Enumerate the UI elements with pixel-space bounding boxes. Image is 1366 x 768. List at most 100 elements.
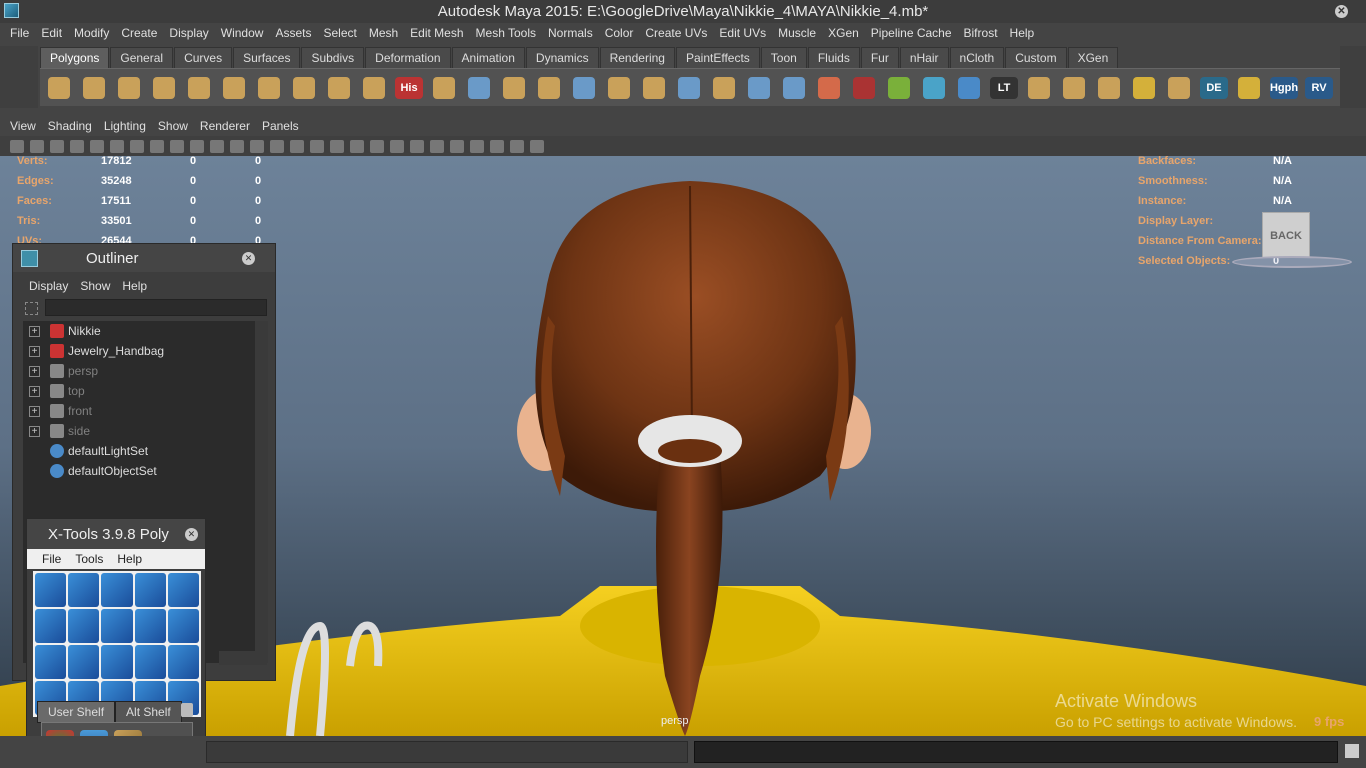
uv-d-icon[interactable] <box>1129 73 1159 103</box>
safe-action-icon[interactable] <box>190 139 204 153</box>
textured-icon[interactable] <box>330 139 344 153</box>
uv-a-icon[interactable] <box>1024 73 1054 103</box>
wireframe-icon[interactable] <box>230 139 244 153</box>
all-lights-icon[interactable] <box>350 139 364 153</box>
soccer-ball-icon[interactable] <box>359 73 389 103</box>
smooth-icon[interactable] <box>534 73 564 103</box>
merge-icon[interactable] <box>814 73 844 103</box>
isolate-select-icon[interactable] <box>470 139 484 153</box>
expand-icon[interactable]: + <box>29 325 40 337</box>
menu-normals[interactable]: Normals <box>542 26 599 40</box>
xtools-tool-icon[interactable] <box>101 645 133 679</box>
xray-joints-icon[interactable] <box>490 139 504 153</box>
grid-toggle-icon[interactable] <box>90 139 104 153</box>
xtools-tool-icon[interactable] <box>35 573 67 607</box>
boolean-icon[interactable] <box>569 73 599 103</box>
motion-blur-icon[interactable] <box>410 139 424 153</box>
use-default-material-icon[interactable] <box>310 139 324 153</box>
tab-curves[interactable]: Curves <box>174 47 233 68</box>
globe-icon[interactable] <box>919 73 949 103</box>
share-icon[interactable] <box>530 139 544 153</box>
safe-title-icon[interactable] <box>210 139 224 153</box>
tab-painteffects[interactable]: PaintEffects <box>675 47 760 68</box>
menu-display[interactable]: Display <box>163 26 214 40</box>
lt-icon[interactable]: LT <box>989 73 1019 103</box>
render-icon[interactable] <box>954 73 984 103</box>
close-icon[interactable]: ✕ <box>242 251 255 265</box>
append-icon[interactable] <box>674 73 704 103</box>
extract-icon[interactable] <box>499 73 529 103</box>
outliner-menu-show[interactable]: Show <box>74 279 116 293</box>
shelf-scroll[interactable] <box>1340 46 1366 108</box>
menu-mesh-tools[interactable]: Mesh Tools <box>470 26 542 40</box>
tab-toon[interactable]: Toon <box>760 47 807 68</box>
tab-alt-shelf[interactable]: Alt Shelf <box>115 701 182 723</box>
sphere-icon[interactable] <box>44 73 74 103</box>
tab-polygons[interactable]: Polygons <box>40 47 110 68</box>
separate-icon[interactable] <box>464 73 494 103</box>
xtools-tool-icon[interactable] <box>134 609 166 643</box>
screen-space-ao-icon[interactable] <box>390 139 404 153</box>
xtools-tool-icon[interactable] <box>35 645 67 679</box>
menu-window[interactable]: Window <box>215 26 270 40</box>
xtools-tool-icon[interactable] <box>134 645 166 679</box>
xtools-tool-icon[interactable] <box>101 609 133 643</box>
panel-menu-panels[interactable]: Panels <box>256 119 305 133</box>
resolution-gate-icon[interactable] <box>130 139 144 153</box>
tab-rendering[interactable]: Rendering <box>599 47 675 68</box>
xtools-tool-icon[interactable] <box>167 609 199 643</box>
script-editor-icon[interactable] <box>1345 744 1359 758</box>
image-plane-icon[interactable] <box>70 139 84 153</box>
outliner-item[interactable]: + side <box>23 421 255 441</box>
uv-c-icon[interactable] <box>1094 73 1124 103</box>
menu-color[interactable]: Color <box>599 26 640 40</box>
bookmark-icon[interactable] <box>50 139 64 153</box>
render-view-icon[interactable]: RV <box>1304 73 1334 103</box>
outliner-item[interactable]: defaultObjectSet <box>23 461 255 481</box>
tab-user-shelf[interactable]: User Shelf <box>37 701 116 723</box>
expand-icon[interactable]: + <box>29 365 40 377</box>
xtools-tool-icon[interactable] <box>167 573 199 607</box>
outliner-item[interactable]: + top <box>23 381 255 401</box>
light-de-icon[interactable]: DE <box>1199 73 1229 103</box>
helix-icon[interactable] <box>324 73 354 103</box>
menu-modify[interactable]: Modify <box>68 26 115 40</box>
outliner-item[interactable]: defaultLightSet <box>23 441 255 461</box>
grid-icon[interactable] <box>1234 73 1264 103</box>
xtools-menu-tools[interactable]: Tools <box>68 552 110 566</box>
expand-icon[interactable]: + <box>29 345 40 357</box>
xray-icon[interactable] <box>290 139 304 153</box>
wireframe-on-shaded-icon[interactable] <box>270 139 284 153</box>
tab-custom[interactable]: Custom <box>1005 47 1067 68</box>
panel-menu-view[interactable]: View <box>4 119 42 133</box>
panel-menu-show[interactable]: Show <box>152 119 194 133</box>
xtools-menu-help[interactable]: Help <box>110 552 149 566</box>
extrude-icon[interactable] <box>604 73 634 103</box>
xtools-tool-icon[interactable] <box>68 609 100 643</box>
xtools-tool-icon[interactable] <box>101 573 133 607</box>
close-icon[interactable]: ✕ <box>184 527 198 541</box>
xtools-tool-icon[interactable] <box>167 645 199 679</box>
view-cube-ring[interactable] <box>1232 256 1352 268</box>
trash-icon[interactable] <box>181 703 193 717</box>
cube-icon[interactable] <box>79 73 109 103</box>
camera-select-icon[interactable] <box>30 139 44 153</box>
outliner-item[interactable]: + Jewelry_Handbag <box>23 341 255 361</box>
panel-menu-lighting[interactable]: Lighting <box>98 119 152 133</box>
outliner-menu-help[interactable]: Help <box>116 279 153 293</box>
menu-muscle[interactable]: Muscle <box>772 26 822 40</box>
outliner-titlebar[interactable]: Outliner ✕ <box>13 244 275 272</box>
tab-fur[interactable]: Fur <box>860 47 899 68</box>
panel-menu-renderer[interactable]: Renderer <box>194 119 256 133</box>
menu-xgen[interactable]: XGen <box>822 26 865 40</box>
outliner-menu-display[interactable]: Display <box>23 279 74 293</box>
camera-attributes-icon[interactable] <box>10 139 24 153</box>
menu-mesh[interactable]: Mesh <box>363 26 404 40</box>
view-cube[interactable]: BACK <box>1262 212 1310 258</box>
expand-icon[interactable]: + <box>29 425 40 437</box>
close-window-icon[interactable]: ✕ <box>1335 5 1348 18</box>
bridge-icon[interactable] <box>639 73 669 103</box>
insert-loop-icon[interactable] <box>744 73 774 103</box>
tab-nhair[interactable]: nHair <box>899 47 949 68</box>
menu-edit-mesh[interactable]: Edit Mesh <box>404 26 469 40</box>
